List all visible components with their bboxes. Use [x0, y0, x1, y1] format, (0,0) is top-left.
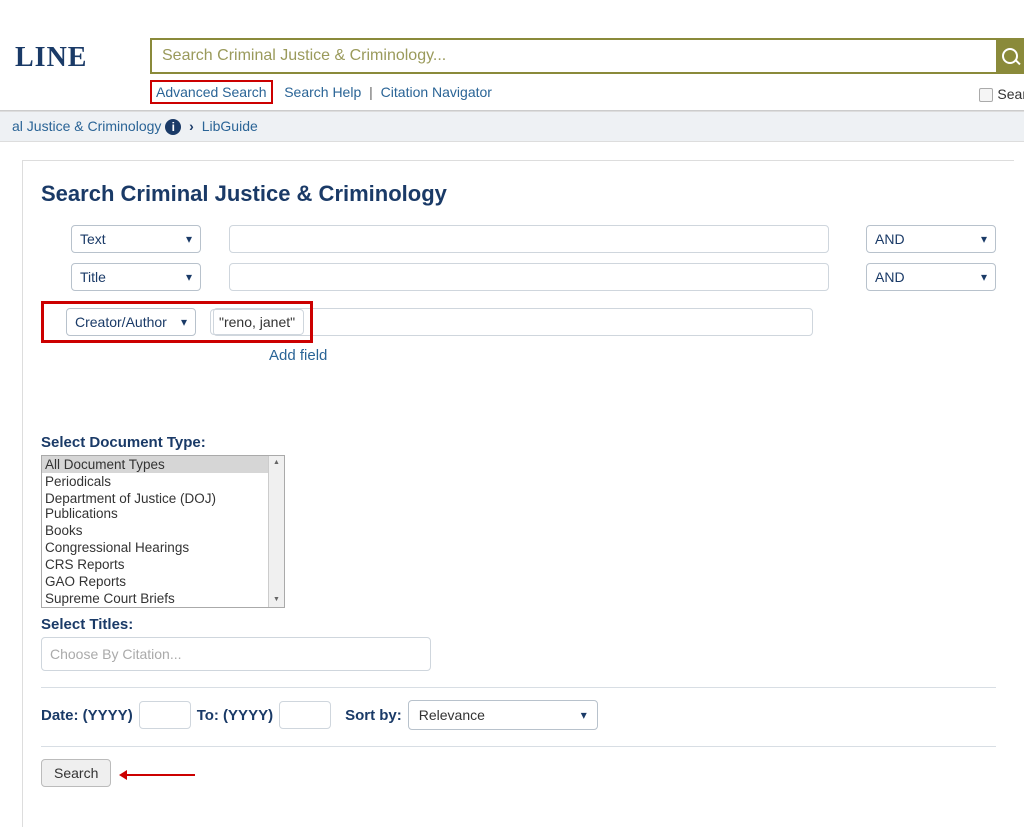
date-from-input[interactable]: [139, 701, 191, 729]
select-titles-label: Select Titles:: [41, 616, 996, 633]
info-icon[interactable]: i: [165, 119, 181, 135]
search-icon: [1002, 48, 1018, 64]
date-to-input[interactable]: [279, 701, 331, 729]
bool-select-2-label: AND: [875, 269, 905, 285]
term-input-3-value: "reno, janet": [210, 309, 304, 335]
term-input-2[interactable]: [229, 263, 829, 291]
bool-select-1[interactable]: AND ▾: [866, 225, 996, 253]
field-select-1-label: Text: [80, 231, 106, 247]
top-bar: LINE Advanced Search Search Help | Citat…: [0, 0, 1024, 111]
add-field-link[interactable]: Add field: [269, 347, 996, 364]
chevron-down-icon: ▾: [581, 708, 587, 722]
page-title: Search Criminal Justice & Criminology: [41, 181, 996, 207]
doc-type-option[interactable]: All Document Types: [42, 456, 284, 473]
scroll-up-icon[interactable]: ▲: [269, 456, 284, 470]
doc-type-listbox[interactable]: All Document Types Periodicals Departmen…: [41, 455, 285, 608]
doc-type-option[interactable]: Periodicals: [42, 473, 284, 490]
sort-by-select[interactable]: Relevance ▾: [408, 700, 598, 730]
bool-select-1-label: AND: [875, 231, 905, 247]
creator-author-highlight: Creator/Author ▾ "reno, janet": [41, 301, 313, 343]
citation-input[interactable]: [41, 637, 431, 671]
sort-by-label: Sort by:: [345, 707, 402, 724]
date-sort-row: Date: (YYYY) To: (YYYY) Sort by: Relevan…: [41, 700, 996, 730]
advanced-search-panel: Search Criminal Justice & Criminology Te…: [22, 160, 1014, 827]
chevron-down-icon: ▾: [186, 232, 192, 246]
field-select-2-label: Title: [80, 269, 106, 285]
doc-type-option[interactable]: CRS Reports: [42, 556, 284, 573]
search-only-toggle-fragment: Searc: [979, 86, 1024, 102]
chevron-down-icon: ▾: [981, 232, 987, 246]
checkbox-icon[interactable]: [979, 88, 993, 102]
divider: [41, 687, 996, 688]
bool-select-2[interactable]: AND ▾: [866, 263, 996, 291]
search-button[interactable]: Search: [41, 759, 111, 787]
citation-navigator-link[interactable]: Citation Navigator: [381, 84, 492, 100]
field-select-2[interactable]: Title ▾: [71, 263, 201, 291]
scroll-down-icon[interactable]: ▼: [269, 593, 284, 607]
field-select-1[interactable]: Text ▾: [71, 225, 201, 253]
field-select-3-label: Creator/Author: [75, 314, 167, 330]
doc-type-option[interactable]: GAO Reports: [42, 573, 284, 590]
date-from-label: Date: (YYYY): [41, 707, 133, 724]
search-row-2: Title ▾ AND ▾: [41, 263, 996, 291]
search-help-link[interactable]: Search Help: [284, 84, 361, 100]
doc-type-option[interactable]: Department of Justice (DOJ) Publications: [42, 490, 284, 522]
chevron-right-icon: ›: [189, 118, 194, 134]
brand-logo-fragment: LINE: [15, 42, 87, 74]
doc-type-label: Select Document Type:: [41, 434, 996, 451]
annotation-arrow-icon: [125, 774, 195, 776]
advanced-search-highlight: Advanced Search: [150, 80, 273, 104]
search-sub-links: Advanced Search Search Help | Citation N…: [150, 80, 1024, 104]
advanced-search-link[interactable]: Advanced Search: [156, 84, 267, 100]
term-input-1[interactable]: [229, 225, 829, 253]
doc-type-option[interactable]: Books: [42, 522, 284, 539]
divider: [41, 746, 996, 747]
chevron-down-icon: ▾: [981, 270, 987, 284]
sort-by-value: Relevance: [419, 707, 485, 723]
breadcrumb-libguide-link[interactable]: LibGuide: [202, 118, 258, 134]
breadcrumb-collection-link[interactable]: al Justice & Criminology: [12, 118, 161, 134]
top-search-input[interactable]: [150, 38, 998, 74]
search-row-1: Text ▾ AND ▾: [41, 225, 996, 253]
listbox-scrollbar[interactable]: ▲ ▼: [268, 456, 284, 607]
doc-type-option[interactable]: Supreme Court Briefs: [42, 590, 284, 607]
chevron-down-icon: ▾: [186, 270, 192, 284]
date-to-label: To: (YYYY): [197, 707, 273, 724]
field-select-3[interactable]: Creator/Author ▾: [66, 308, 196, 336]
top-search-button[interactable]: [998, 38, 1024, 74]
chevron-down-icon: ▾: [181, 315, 187, 329]
doc-type-option[interactable]: Congressional Hearings: [42, 539, 284, 556]
breadcrumb: al Justice & Criminology i › LibGuide: [0, 111, 1024, 142]
search-row-3: Creator/Author ▾ "reno, janet": [41, 301, 996, 343]
